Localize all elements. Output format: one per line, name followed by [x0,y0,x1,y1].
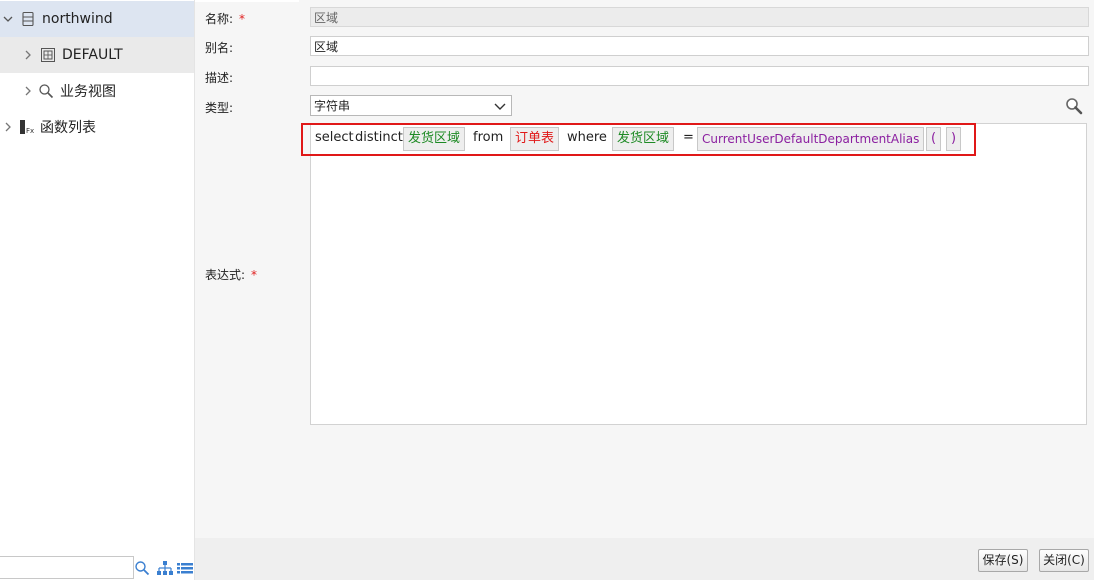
expr-token-operator: = [683,130,694,145]
type-label: 类型: [205,101,234,115]
name-field[interactable] [310,7,1089,27]
required-mark: * [251,268,258,282]
tree-search-input[interactable] [0,556,134,579]
chevron-right-icon[interactable] [22,49,34,61]
tree-item-label: 业务视图 [60,84,116,100]
search-icon[interactable] [1065,97,1083,115]
tree-item-function-list[interactable]: Fx 函数列表 [0,109,194,145]
expression-editor[interactable] [310,123,1087,425]
list-view-icon[interactable] [177,560,193,576]
expr-token-paren-close[interactable]: ) [946,127,962,151]
expr-token-keyword: select [315,130,354,145]
description-label: 描述: [205,71,234,85]
required-mark: * [239,12,246,26]
database-icon [22,11,34,27]
name-label: 名称: * [205,12,246,26]
expr-token-keyword: where [567,130,607,145]
expr-token-keyword: distinct [355,130,403,145]
tree-item-default[interactable]: DEFAULT [0,37,194,73]
chevron-right-icon[interactable] [2,121,14,133]
schema-table-icon [41,48,55,62]
alias-label: 别名: [205,41,234,55]
tree-item-label: DEFAULT [62,47,123,63]
description-field[interactable] [310,66,1089,86]
close-button[interactable]: 关闭(C) [1039,549,1089,572]
expr-token-field[interactable]: 发货区域 [612,127,675,151]
tree-view-icon[interactable] [157,560,173,576]
expr-token-paren-open[interactable]: ( [926,127,942,151]
chevron-down-icon[interactable] [492,98,508,114]
tree-item-label: 函数列表 [40,120,96,136]
tree-item-northwind[interactable]: northwind [0,1,194,37]
datasource-tree-panel: northwind DEFAULT 业务视图 Fx 函数列表 [0,0,195,580]
expr-token-field[interactable]: 发货区域 [403,127,466,151]
tab-strip [195,0,299,2]
expr-token-keyword: from [473,130,504,145]
svg-text:Fx: Fx [26,127,34,135]
field-editor-panel: 名称:* 别名: 描述: 类型: 字符串 表达式:* select distin… [195,0,1094,580]
bottom-button-bar [195,538,1094,580]
expr-token-table[interactable]: 订单表 [510,127,560,151]
alias-field[interactable] [310,36,1089,56]
type-select-value: 字符串 [314,99,351,113]
type-select[interactable]: 字符串 [310,95,512,116]
search-icon[interactable] [134,560,150,576]
tree-item-business-view[interactable]: 业务视图 [0,73,194,109]
tree-item-label: northwind [42,11,113,27]
magnifier-icon [39,84,54,99]
expr-token-function[interactable]: CurrentUserDefaultDepartmentAlias [697,127,925,151]
save-button[interactable]: 保存(S) [978,549,1028,572]
chevron-down-icon[interactable] [2,13,14,25]
function-list-icon: Fx [20,120,34,135]
chevron-right-icon[interactable] [22,85,34,97]
expression-label: 表达式: * [205,268,258,282]
